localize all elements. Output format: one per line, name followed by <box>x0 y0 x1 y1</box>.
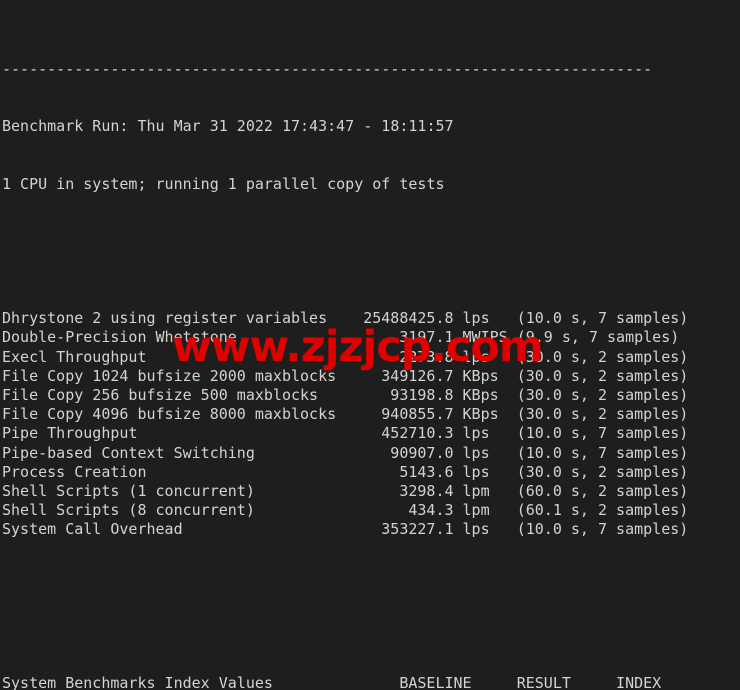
benchmark-name: Process Creation <box>2 462 147 481</box>
benchmark-unit: lpm <box>462 501 490 520</box>
benchmark-unit: lpm <box>462 481 490 500</box>
benchmark-result-row: System Call Overhead 353227.1 lps (10.0 s, … <box>2 520 740 539</box>
benchmark-name: Pipe Throughput <box>2 424 138 443</box>
benchmark-result-row: File Copy 256 bufsize 500 maxblocks 93198… <box>2 386 740 405</box>
benchmark-unit: KBps <box>462 405 499 424</box>
benchmark-result-row: Pipe-based Context Switching 90907.0 lps (1… <box>2 444 740 463</box>
top-rule: ----------------------------------------… <box>2 59 653 78</box>
benchmark-unit: lps <box>462 309 490 328</box>
benchmark-name: Execl Throughput <box>2 347 147 366</box>
benchmark-unit: KBps <box>462 385 499 404</box>
benchmark-timing: (30.0 s, 2 samples) <box>516 462 689 481</box>
benchmark-result-row: Process Creation 5143.6 lps (30.0 s, 2 samp… <box>2 463 740 482</box>
index-header-baseline: BASELINE <box>399 673 472 690</box>
benchmark-timing: (30.0 s, 2 samples) <box>516 385 689 404</box>
benchmark-run-header: Benchmark Run: Thu Mar 31 2022 17:43:47 … <box>2 117 454 136</box>
benchmark-result-row: Double-Precision Whetstone 3197.1 MWIPS (9.… <box>2 328 740 347</box>
benchmark-timing: (60.0 s, 2 samples) <box>516 481 689 500</box>
benchmark-result-row: Dhrystone 2 using register variables 2548… <box>2 309 740 328</box>
terminal-window: ----------------------------------------… <box>0 0 740 690</box>
benchmark-value: 349126.7 <box>381 366 454 385</box>
benchmark-result-row: File Copy 4096 bufsize 8000 maxblocks 940… <box>2 405 740 424</box>
benchmark-name: Shell Scripts (1 concurrent) <box>2 481 255 500</box>
benchmark-name: Pipe-based Context Switching <box>2 443 255 462</box>
benchmark-name: Double-Precision Whetstone <box>2 328 237 347</box>
benchmark-timing: (30.0 s, 2 samples) <box>516 347 689 366</box>
benchmark-name: System Call Overhead <box>2 520 183 539</box>
benchmark-value: 2273.8 <box>399 347 454 366</box>
benchmark-name: File Copy 4096 bufsize 8000 maxblocks <box>2 405 337 424</box>
index-table-header: System Benchmarks Index Values BASELINE RE… <box>2 674 740 690</box>
benchmark-value: 25488425.8 <box>363 309 454 328</box>
benchmark-value: 940855.7 <box>381 405 454 424</box>
benchmark-timing: (10.0 s, 7 samples) <box>516 520 689 539</box>
benchmark-result-row: Pipe Throughput 452710.3 lps (10.0 s, 7 sam… <box>2 424 740 443</box>
benchmark-name: Shell Scripts (8 concurrent) <box>2 501 255 520</box>
benchmark-value: 93198.8 <box>390 385 454 404</box>
benchmark-unit: lps <box>462 347 490 366</box>
benchmark-timing: (30.0 s, 2 samples) <box>516 366 689 385</box>
benchmark-unit: lps <box>462 520 490 539</box>
benchmark-result-row: Shell Scripts (1 concurrent) 3298.4 lpm (60… <box>2 482 740 501</box>
benchmark-unit: lps <box>462 443 490 462</box>
benchmark-result-row: Shell Scripts (8 concurrent) 434.3 lpm (60.… <box>2 501 740 520</box>
benchmark-unit: lps <box>462 424 490 443</box>
benchmark-value: 452710.3 <box>381 424 454 443</box>
benchmark-timing: (60.1 s, 2 samples) <box>516 501 689 520</box>
benchmark-timing: (10.0 s, 7 samples) <box>516 424 689 443</box>
benchmark-value: 5143.6 <box>399 462 454 481</box>
benchmark-name: File Copy 1024 bufsize 2000 maxblocks <box>2 366 337 385</box>
benchmark-value: 3298.4 <box>399 481 454 500</box>
benchmark-unit: lps <box>462 462 490 481</box>
benchmark-results-list: Dhrystone 2 using register variables 2548… <box>2 309 740 539</box>
benchmark-value: 434.3 <box>408 501 454 520</box>
benchmark-result-row: Execl Throughput 2273.8 lps (30.0 s, 2 samp… <box>2 348 740 367</box>
index-header-result: RESULT <box>516 673 571 690</box>
benchmark-timing: (30.0 s, 2 samples) <box>516 405 689 424</box>
index-header-name: System Benchmarks Index Values <box>2 673 273 690</box>
index-header-index: INDEX <box>616 673 662 690</box>
benchmark-unit: KBps <box>462 366 499 385</box>
cpu-info-line: 1 CPU in system; running 1 parallel copy… <box>2 174 445 193</box>
benchmark-unit: MWIPS <box>462 328 508 347</box>
benchmark-name: Dhrystone 2 using register variables <box>2 309 328 328</box>
benchmark-value: 3197.1 <box>399 328 454 347</box>
benchmark-timing: (10.0 s, 7 samples) <box>516 309 689 328</box>
benchmark-value: 90907.0 <box>390 443 454 462</box>
benchmark-result-row: File Copy 1024 bufsize 2000 maxblocks 349… <box>2 367 740 386</box>
benchmark-timing: (9.9 s, 7 samples) <box>516 328 680 347</box>
benchmark-name: File Copy 256 bufsize 500 maxblocks <box>2 385 319 404</box>
benchmark-value: 353227.1 <box>381 520 454 539</box>
benchmark-timing: (10.0 s, 7 samples) <box>516 443 689 462</box>
